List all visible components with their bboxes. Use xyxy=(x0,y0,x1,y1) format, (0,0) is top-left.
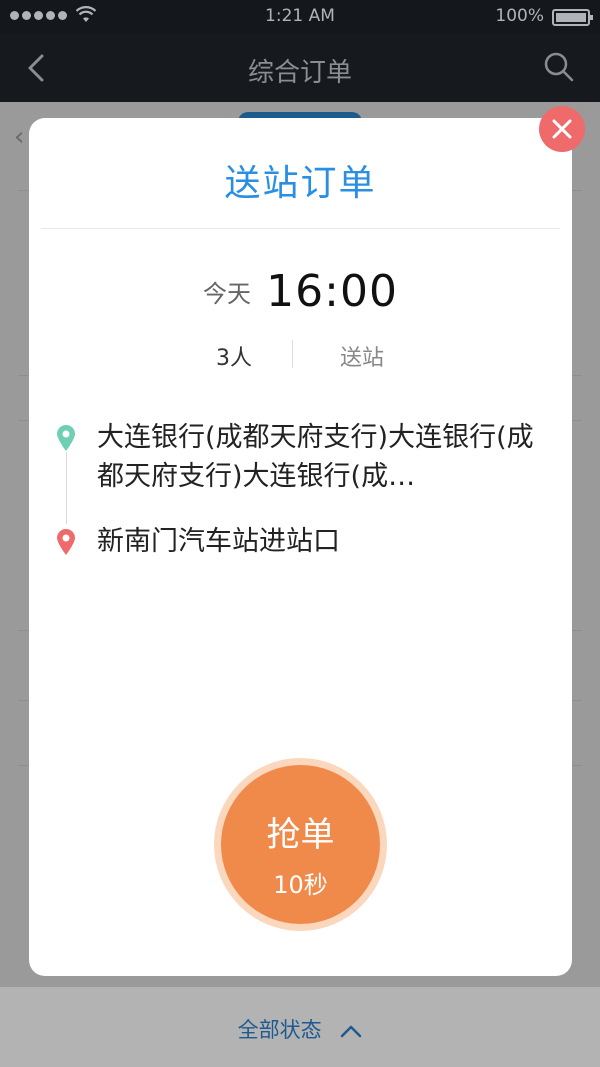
background-chevron-icon: ‹ xyxy=(14,122,25,152)
bottom-filter-bar: 全部状态 xyxy=(0,987,600,1067)
page-title: 综合订单 xyxy=(247,58,352,88)
battery-icon xyxy=(552,9,593,26)
close-icon xyxy=(552,119,572,139)
battery-percent: 100% xyxy=(495,6,544,26)
pickup-time: 16:00 xyxy=(266,266,398,317)
grab-order-button-ring: 抢单 10秒 xyxy=(214,758,387,931)
destination-address: 新南门汽车站进站口 xyxy=(97,526,340,557)
modal-divider xyxy=(41,228,560,229)
grab-order-label: 抢单 xyxy=(266,815,335,855)
passenger-count: 3人 xyxy=(216,346,252,371)
status-filter-label: 全部状态 xyxy=(237,1018,322,1042)
status-bar: 1:21 AM 100% xyxy=(0,0,600,34)
chevron-up-icon xyxy=(341,1025,362,1038)
search-icon[interactable] xyxy=(542,50,576,84)
start-location-pin-icon xyxy=(57,425,75,451)
route-connector-line xyxy=(66,452,67,524)
pickup-day: 今天 xyxy=(203,280,252,308)
pickup-address: 大连银行(成都天府支行)大连银行(成都天府支行)大连银行(成… xyxy=(97,422,534,492)
close-modal-button[interactable] xyxy=(539,106,585,152)
info-separator xyxy=(292,340,293,368)
order-modal: 送站订单 今天 16:00 3人 送站 大连银行(成都天府支行)大连银行(成都天… xyxy=(29,118,572,976)
modal-title: 送站订单 xyxy=(224,163,377,204)
nav-bar: 综合订单 xyxy=(0,34,600,102)
order-type: 送站 xyxy=(339,346,384,371)
grab-order-button[interactable]: 抢单 10秒 xyxy=(221,765,380,924)
pickup-time-row: 今天 16:00 xyxy=(29,266,572,317)
destination-pin-icon xyxy=(57,529,75,555)
status-filter-button[interactable]: 全部状态 xyxy=(0,1014,600,1044)
grab-countdown: 10秒 xyxy=(273,871,328,899)
order-info-row: 3人 送站 xyxy=(29,338,572,371)
